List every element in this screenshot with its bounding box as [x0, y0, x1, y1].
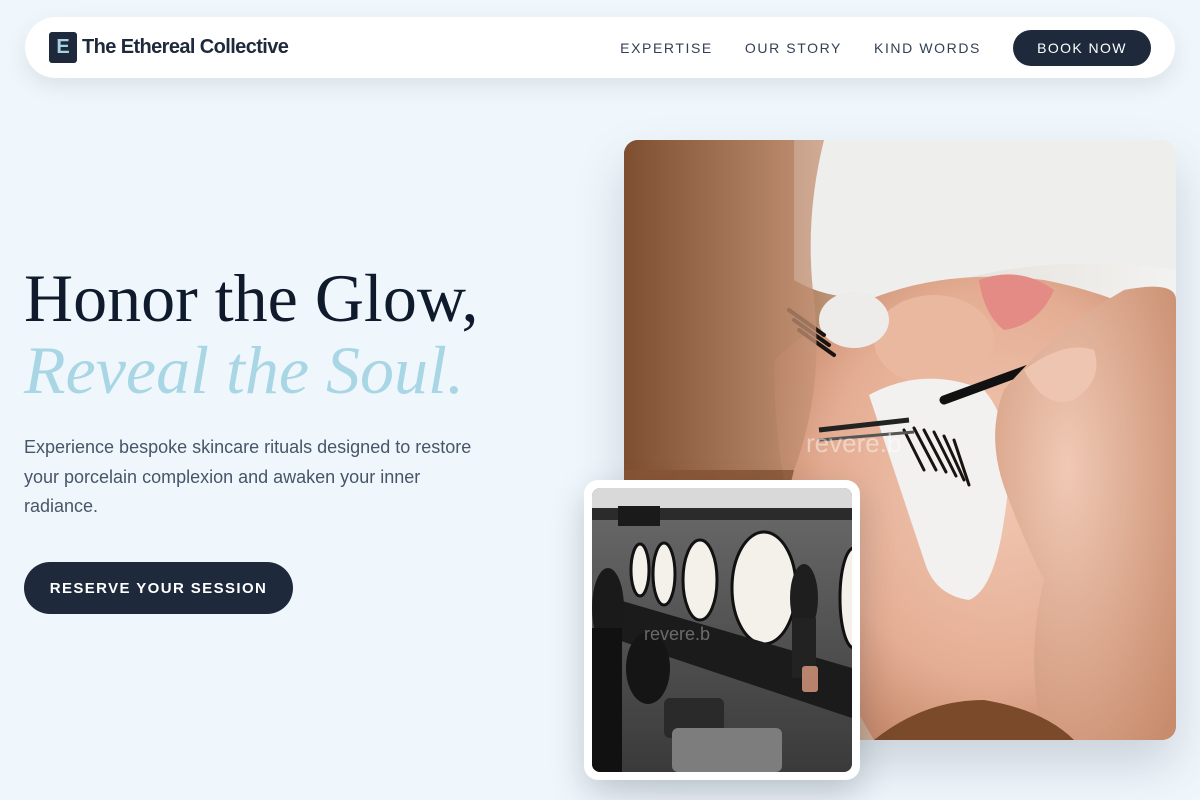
nav-link-kind-words[interactable]: KIND WORDS — [874, 40, 981, 56]
salon-interior-image: revere.b — [592, 488, 852, 772]
brand-name: The Ethereal Collective — [82, 36, 289, 58]
nav-menu: EXPERTISE OUR STORY KIND WORDS BOOK NOW — [620, 29, 1151, 66]
nav-link-expertise[interactable]: EXPERTISE — [620, 40, 713, 56]
brand-logo[interactable]: E The Ethereal Collective — [49, 32, 289, 63]
top-navigation: E The Ethereal Collective EXPERTISE OUR … — [25, 17, 1175, 78]
watermark-text: revere.b — [806, 428, 901, 458]
hero-headline: Honor the Glow, Reveal the Soul. — [24, 262, 479, 406]
watermark-text-small: revere.b — [644, 624, 710, 644]
book-now-button[interactable]: BOOK NOW — [1013, 29, 1151, 66]
reserve-session-button[interactable]: RESERVE YOUR SESSION — [24, 562, 293, 614]
salon-interior-photo-card: revere.b — [584, 480, 860, 780]
hero-subtext: Experience bespoke skincare rituals desi… — [24, 437, 472, 516]
hero-headline-line1: Honor the Glow, — [24, 260, 479, 336]
hero-headline-line2: Reveal the Soul. — [24, 332, 464, 408]
brand-mark-icon: E — [49, 32, 77, 63]
nav-link-our-story[interactable]: OUR STORY — [745, 40, 842, 56]
